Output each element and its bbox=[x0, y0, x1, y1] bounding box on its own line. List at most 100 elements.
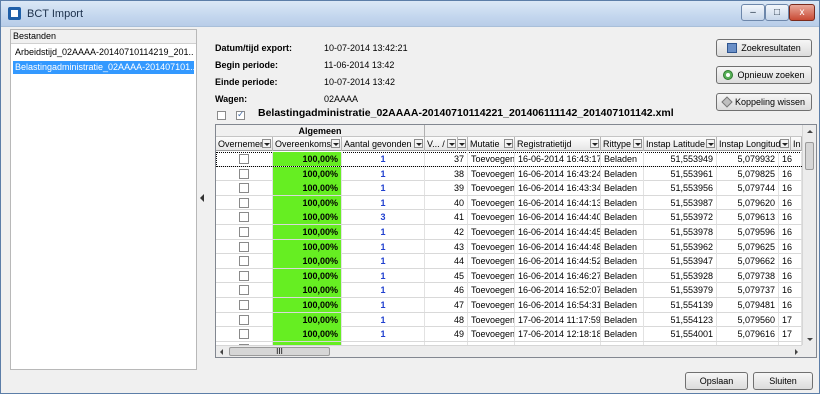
overnemen-checkbox[interactable] bbox=[239, 329, 249, 340]
overnemen-checkbox[interactable] bbox=[239, 270, 249, 281]
col-header-registratietijd[interactable]: Registratietijd bbox=[515, 137, 601, 151]
overnemen-cell bbox=[216, 312, 273, 327]
close-button[interactable]: Sluiten bbox=[753, 372, 813, 390]
close-window-button[interactable]: x bbox=[789, 4, 815, 21]
overnemen-checkbox[interactable] bbox=[239, 256, 249, 267]
overnemen-cell bbox=[216, 166, 273, 181]
table-row[interactable]: 100,00% 1 42 Toevoegen 16-06-2014 16:44:45 Be… bbox=[216, 225, 802, 240]
search-results-button[interactable]: Zoekresultaten bbox=[716, 39, 812, 57]
results-grid[interactable]: Algemeen Overnemen Overeenkomst Aantal g… bbox=[215, 124, 817, 358]
filter-dropdown-icon[interactable] bbox=[633, 139, 642, 148]
cell-mutation: Toevoegen bbox=[468, 210, 515, 225]
table-row[interactable]: 100,00% 1 40 Toevoegen 16-06-2014 16:44:13 Be… bbox=[216, 195, 802, 211]
overnemen-cell bbox=[216, 181, 273, 196]
cell-nr: 44 bbox=[425, 254, 468, 269]
table-row[interactable]: 100,00% 1 39 Toevoegen 16-06-2014 16:43:34 Be… bbox=[216, 181, 802, 196]
clear-link-button[interactable]: Koppeling wissen bbox=[716, 93, 812, 111]
vehicle-value: 02AAAA bbox=[324, 94, 359, 104]
table-row[interactable]: 100,00% 1 49 Toevoegen 17-06-2014 12:18:18 Be… bbox=[216, 327, 802, 342]
table-row[interactable]: 100,00% 1 44 Toevoegen 16-06-2014 16:44:52 Be… bbox=[216, 254, 802, 269]
filter-dropdown-icon[interactable] bbox=[414, 139, 423, 148]
table-row[interactable]: 100,00% 1 48 Toevoegen 17-06-2014 11:17:59 Be… bbox=[216, 312, 802, 328]
overnemen-checkbox[interactable] bbox=[239, 241, 249, 252]
cell-mutation: Toevoegen bbox=[468, 239, 515, 254]
col-header-in[interactable]: In bbox=[791, 137, 802, 151]
collapse-arrow-icon[interactable] bbox=[200, 194, 204, 202]
scroll-right-icon[interactable] bbox=[795, 349, 798, 355]
cell-mutation: Toevoegen bbox=[468, 181, 515, 196]
cell-lat: 51,553987 bbox=[644, 195, 717, 210]
filter-dropdown-icon[interactable] bbox=[780, 139, 789, 148]
export-value: 10-07-2014 13:42:21 bbox=[324, 43, 408, 53]
col-header-blank[interactable] bbox=[458, 137, 468, 151]
filter-dropdown-icon[interactable] bbox=[262, 139, 271, 148]
file-item[interactable]: Arbeidstijd_02AAAA-20140710114219_201... bbox=[13, 46, 194, 59]
col-header-mutatie[interactable]: Mutatie bbox=[468, 137, 515, 151]
col-header-instap-latitude[interactable]: Instap Latitude bbox=[644, 137, 717, 151]
filter-dropdown-icon[interactable] bbox=[590, 139, 599, 148]
filter-dropdown-icon[interactable] bbox=[331, 139, 340, 148]
checkbox[interactable] bbox=[217, 111, 226, 120]
horizontal-scroll-thumb[interactable]: III bbox=[229, 347, 330, 356]
title-bar[interactable]: BCT Import – □ x bbox=[1, 1, 819, 27]
cell-nr: 48 bbox=[425, 312, 468, 327]
col-header-overeenkomst[interactable]: Overeenkomst bbox=[273, 137, 342, 151]
overnemen-checkbox[interactable] bbox=[239, 154, 249, 164]
cell-lon: 5,079737 bbox=[717, 283, 779, 298]
table-row[interactable]: 100,00% 1 43 Toevoegen 16-06-2014 16:44:48 Be… bbox=[216, 239, 802, 255]
maximize-button[interactable]: □ bbox=[765, 4, 789, 21]
minimize-button[interactable]: – bbox=[741, 4, 765, 21]
col-header-label: V... bbox=[427, 139, 440, 149]
sort-indicator-icon: / bbox=[442, 139, 445, 149]
overnemen-checkbox[interactable] bbox=[239, 300, 249, 310]
cell-lat: 51,553979 bbox=[644, 283, 717, 298]
col-header-aantal-gevonden[interactable]: Aantal gevonden bbox=[342, 137, 425, 151]
cell-lon: 5,079620 bbox=[717, 195, 779, 210]
group-header-row: Algemeen bbox=[216, 125, 802, 137]
app-icon bbox=[8, 7, 21, 20]
filter-dropdown-icon[interactable] bbox=[458, 139, 466, 148]
cell-type: Beladen bbox=[601, 239, 644, 254]
cell-match: 100,00% bbox=[273, 254, 342, 269]
overnemen-checkbox[interactable] bbox=[239, 314, 249, 325]
scroll-down-icon[interactable] bbox=[807, 338, 813, 341]
scroll-left-icon[interactable] bbox=[220, 349, 223, 355]
cell-found: 1 bbox=[342, 181, 425, 196]
overnemen-checkbox[interactable] bbox=[239, 227, 249, 237]
filter-dropdown-icon[interactable] bbox=[447, 139, 456, 148]
files-panel: Bestanden Arbeidstijd_02AAAA-20140710114… bbox=[10, 29, 197, 370]
vertical-scroll-thumb[interactable] bbox=[805, 142, 814, 170]
cell-found: 1 bbox=[342, 239, 425, 254]
cell-nr: 38 bbox=[425, 166, 468, 181]
table-row[interactable]: 100,00% 1 45 Toevoegen 16-06-2014 16:46:27 Be… bbox=[216, 268, 802, 284]
search-again-button[interactable]: Opnieuw zoeken bbox=[716, 66, 812, 84]
overnemen-checkbox[interactable] bbox=[239, 168, 249, 179]
cell-lat: 51,553961 bbox=[644, 166, 717, 181]
table-row[interactable]: 100,00% 1 38 Toevoegen 16-06-2014 16:43:24 Be… bbox=[216, 166, 802, 182]
save-button[interactable]: Opslaan bbox=[685, 372, 748, 390]
table-row[interactable]: 100,00% 3 41 Toevoegen 16-06-2014 16:44:40 Be… bbox=[216, 210, 802, 225]
vertical-scrollbar[interactable] bbox=[802, 125, 816, 346]
filter-dropdown-icon[interactable] bbox=[706, 139, 715, 148]
overnemen-checkbox[interactable] bbox=[239, 212, 249, 223]
cell-lat: 51,553978 bbox=[644, 225, 717, 239]
cell-nr: 43 bbox=[425, 239, 468, 254]
clear-link-label: Koppeling wissen bbox=[734, 97, 806, 107]
panel-splitter[interactable] bbox=[199, 29, 206, 370]
col-header-instap-longitude[interactable]: Instap Longitude bbox=[717, 137, 791, 151]
file-item-selected[interactable]: Belastingadministratie_02AAAA-201407101.… bbox=[13, 61, 194, 74]
filter-dropdown-icon[interactable] bbox=[504, 139, 513, 148]
col-header-v[interactable]: V... / bbox=[425, 137, 458, 151]
table-row[interactable]: 100,00% 1 37 Toevoegen 16-06-2014 16:43:17 Be… bbox=[216, 152, 802, 167]
checkbox-checked[interactable] bbox=[236, 109, 245, 120]
horizontal-scrollbar[interactable]: III bbox=[216, 345, 802, 357]
col-header-overnemen[interactable]: Overnemen bbox=[216, 137, 273, 151]
scroll-up-icon[interactable] bbox=[807, 130, 813, 133]
overnemen-checkbox[interactable] bbox=[239, 197, 249, 208]
window-title: BCT Import bbox=[27, 8, 84, 20]
overnemen-checkbox[interactable] bbox=[239, 285, 249, 296]
table-row[interactable]: 100,00% 1 46 Toevoegen 16-06-2014 16:52:07 Be… bbox=[216, 283, 802, 298]
table-row[interactable]: 100,00% 1 47 Toevoegen 16-06-2014 16:54:31 Be… bbox=[216, 298, 802, 313]
col-header-rittype[interactable]: Rittype bbox=[601, 137, 644, 151]
overnemen-checkbox[interactable] bbox=[239, 183, 249, 194]
